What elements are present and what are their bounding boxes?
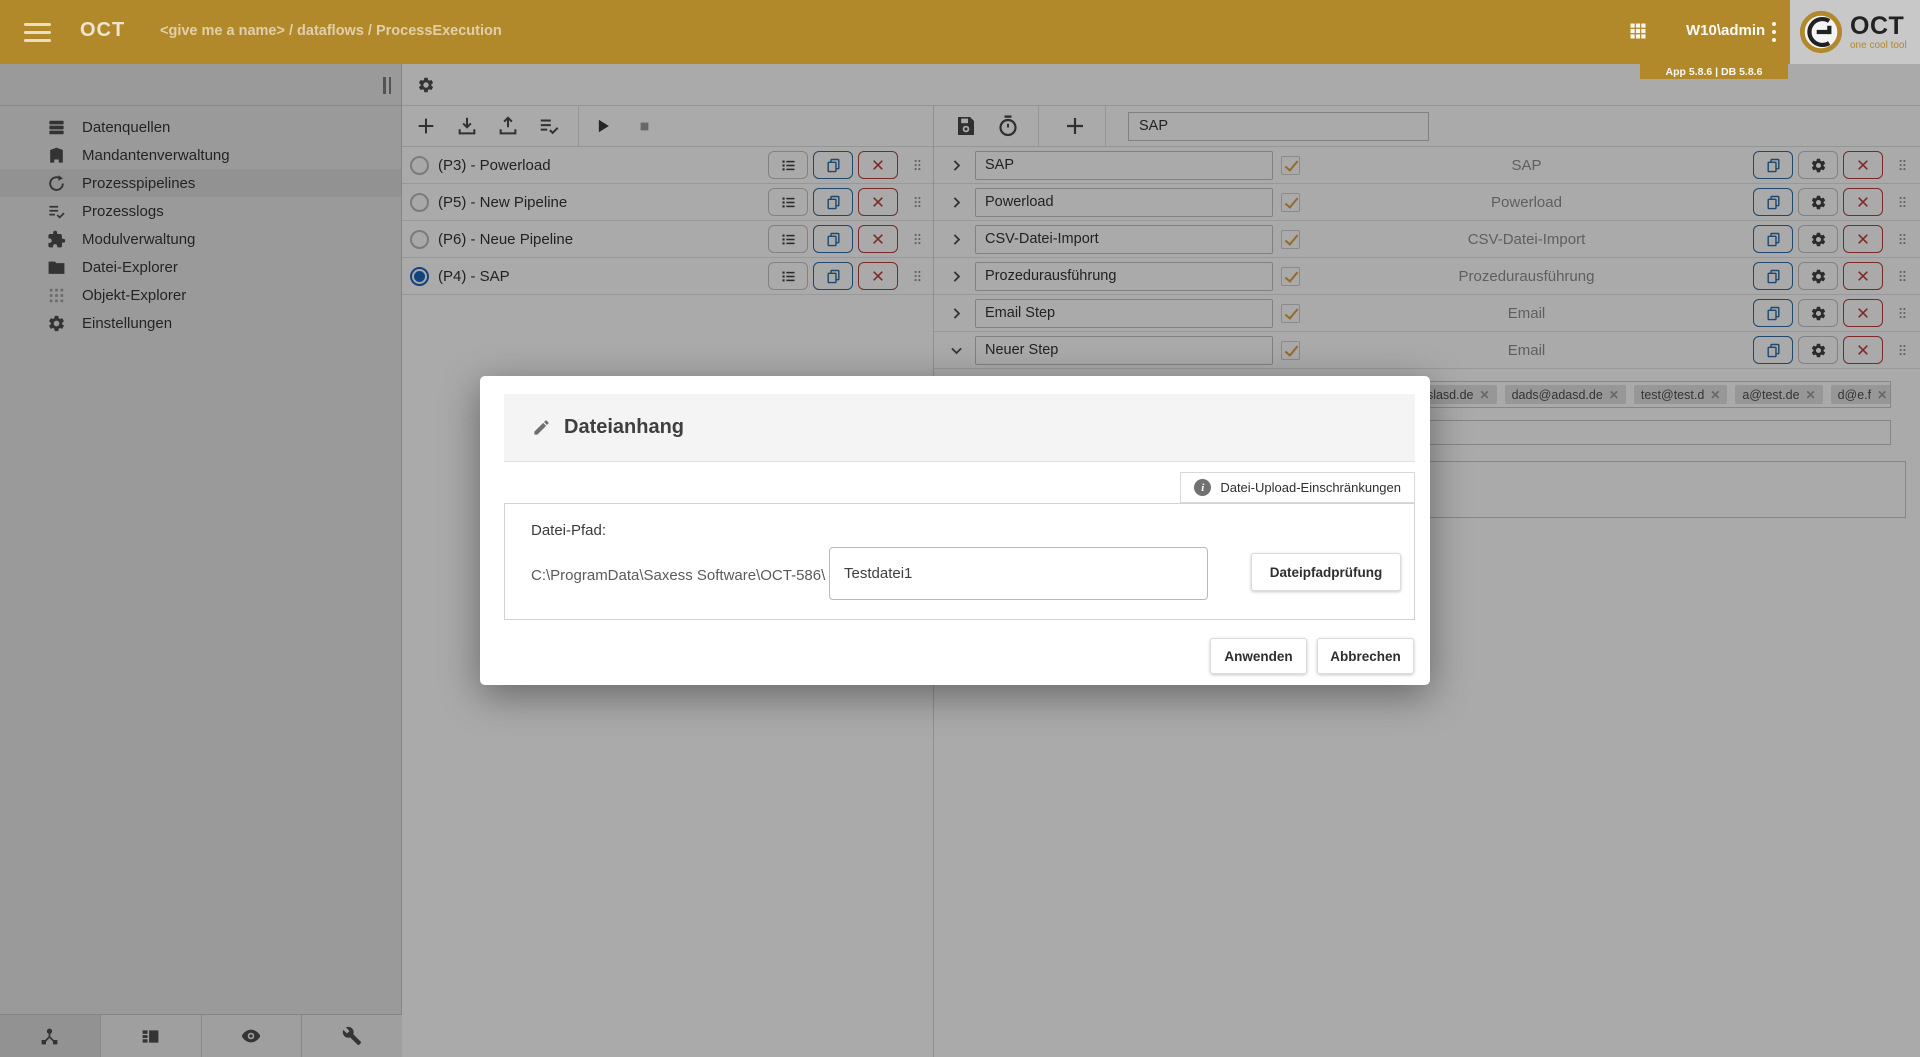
file-attachment-dialog: Dateianhang i Datei-Upload-Einschränkung… [480,376,1430,685]
pencil-icon [532,418,551,437]
path-label: Datei-Pfad: [531,522,606,539]
breadcrumb: <give me a name> / dataflows / ProcessEx… [160,23,502,39]
dialog-header: Dateianhang [504,394,1415,462]
hamburger-menu-icon[interactable] [24,23,51,42]
user-menu[interactable]: W10\admin [1686,22,1765,39]
verify-path-button[interactable]: Dateipfadprüfung [1251,553,1401,591]
kebab-menu-icon[interactable] [1772,22,1776,46]
version-badge: App 5.8.6 | DB 5.8.6 [1640,64,1788,79]
file-name-input[interactable] [829,547,1208,600]
logo-area: OCT one cool tool [1790,0,1920,64]
info-label: Datei-Upload-Einschränkungen [1220,480,1401,495]
logo-title: OCT [1850,14,1907,39]
logo-tagline: one cool tool [1850,41,1907,51]
oct-logo-icon [1798,9,1844,55]
apply-button[interactable]: Anwenden [1210,638,1307,674]
path-prefix: C:\ProgramData\Saxess Software\OCT-586\ [531,567,825,584]
top-bar: OCT <give me a name> / dataflows / Proce… [0,0,1920,64]
cancel-button[interactable]: Abbrechen [1317,638,1414,674]
file-path-group: Datei-Pfad: C:\ProgramData\Saxess Softwa… [504,503,1415,620]
app-root: OCT <give me a name> / dataflows / Proce… [0,0,1920,1057]
apps-grid-icon[interactable] [1628,21,1648,41]
dialog-title: Dateianhang [564,416,684,439]
upload-restrictions-info[interactable]: i Datei-Upload-Einschränkungen [1180,472,1415,503]
app-brand: OCT [80,19,125,42]
info-icon: i [1194,479,1211,496]
